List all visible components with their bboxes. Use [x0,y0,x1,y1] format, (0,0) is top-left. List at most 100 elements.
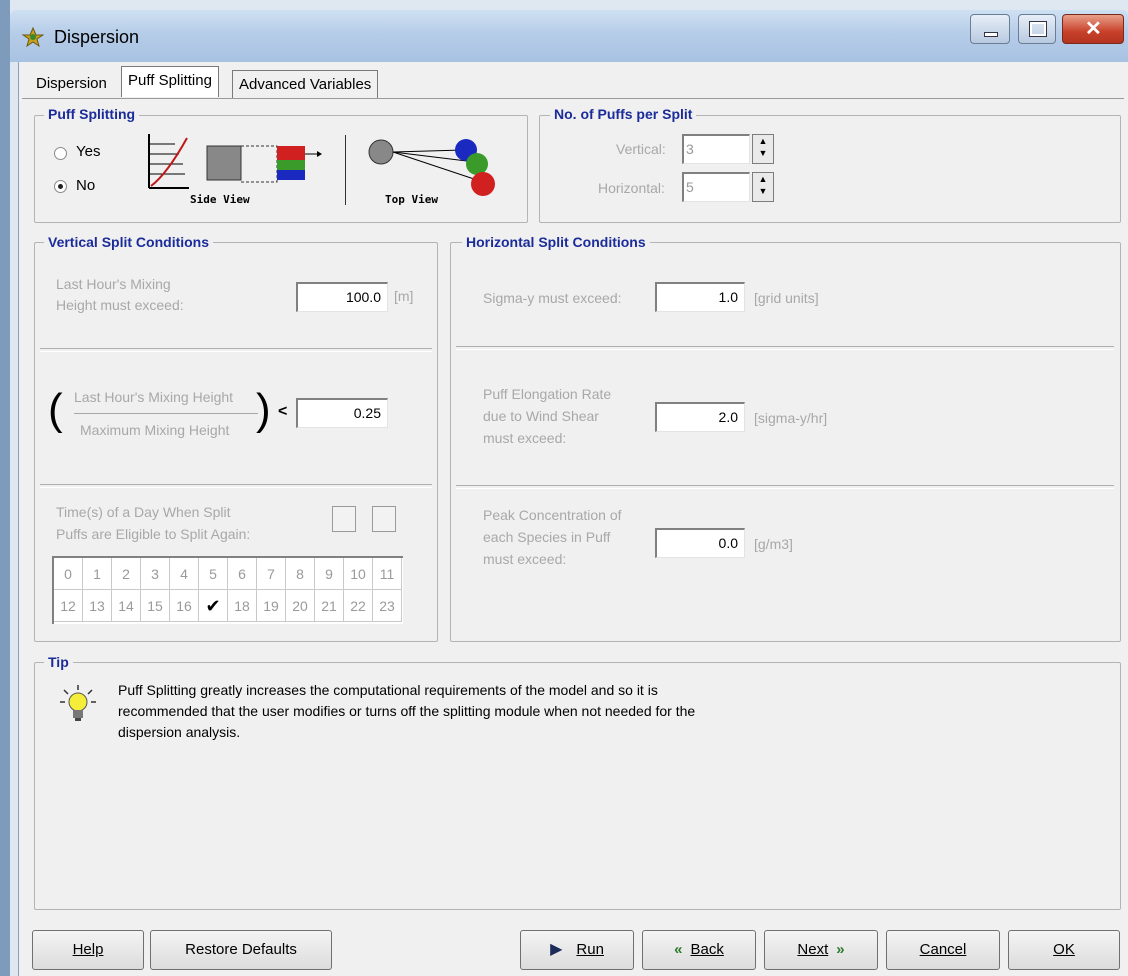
hour-cell[interactable]: 22 [344,590,373,622]
side-view-diagram [148,134,322,189]
hour-cell[interactable]: 9 [315,558,344,590]
hour-cell[interactable]: 1 [83,558,112,590]
horizontal-label: Horizontal: [598,180,665,196]
split-times-label-1: Time(s) of a Day When Split [56,504,231,520]
hour-cell[interactable]: 10 [344,558,373,590]
divider [40,348,432,352]
vertical-split-title: Vertical Split Conditions [44,234,214,250]
tip-line-3: dispersion analysis. [118,724,241,740]
left-paren: ( [48,385,63,434]
hour-cell[interactable]: 21 [315,590,344,622]
horizontal-puffs-spinner[interactable]: ▲ ▼ [752,172,774,202]
fraction-bar [74,413,258,414]
background-desktop-edge [0,0,10,976]
hours-row-2: 12 13 14 15 16 ✔ 18 19 20 21 22 23 [54,590,403,622]
mixing-height-input[interactable]: 100.0 [296,282,388,312]
restore-defaults-button[interactable]: Restore Defaults [150,930,332,970]
help-button-label: Help [72,941,104,958]
elongation-label-1: Puff Elongation Rate [483,386,612,402]
select-all-hours-checkbox[interactable] [332,506,356,532]
maximize-button[interactable] [1018,14,1056,44]
run-button[interactable]: ▶ Run [520,930,634,970]
hour-cell[interactable]: 5 [199,558,228,590]
view-divider [345,135,346,205]
horizontal-puffs-input[interactable]: 5 [682,172,750,202]
minimize-button[interactable] [970,14,1010,44]
puff-splitting-title: Puff Splitting [44,106,140,122]
sigma-y-label: Sigma-y must exceed: [483,290,622,306]
ratio-denominator: Maximum Mixing Height [80,422,230,438]
mixing-ratio-input[interactable]: 0.25 [296,398,388,428]
hour-cell[interactable]: 3 [141,558,170,590]
hour-cell[interactable]: 23 [373,590,402,622]
top-view-label: Top View [385,193,438,206]
elongation-input[interactable]: 2.0 [655,402,745,432]
right-paren: ) [256,385,271,434]
mixing-height-label-1: Last Hour's Mixing [56,276,171,292]
tip-line-1: Puff Splitting greatly increases the com… [118,682,658,698]
run-button-label: Run [576,941,604,958]
yes-radio[interactable] [54,147,67,160]
back-button[interactable]: « Back [642,930,756,970]
next-arrow-icon: » [836,941,845,958]
peak-concentration-input[interactable]: 0.0 [655,528,745,558]
no-radio[interactable] [54,180,67,193]
vertical-puffs-input[interactable]: 3 [682,134,750,164]
puffs-per-split-group [539,115,1121,223]
tab-dispersion[interactable]: Dispersion [30,70,113,98]
elongation-unit: [sigma-y/hr] [754,410,828,426]
window-title: Dispersion [54,27,140,47]
lightbulb-icon [60,685,96,721]
ok-button[interactable]: OK [1008,930,1120,970]
restore-defaults-label: Restore Defaults [185,941,297,958]
vertical-label: Vertical: [616,141,666,157]
hour-cell[interactable]: 19 [257,590,286,622]
divider [40,484,432,488]
hour-cell[interactable]: 11 [373,558,402,590]
hours-row-1: 0 1 2 3 4 5 6 7 8 9 10 11 [54,558,403,590]
clear-all-hours-checkbox[interactable] [372,506,396,532]
hour-cell[interactable]: 16 [170,590,199,622]
tab-advanced-variables[interactable]: Advanced Variables [232,70,379,99]
hour-cell[interactable]: 6 [228,558,257,590]
hour-cell[interactable]: 18 [228,590,257,622]
split-times-label-2: Puffs are Eligible to Split Again: [56,526,251,542]
divider [456,485,1114,489]
peak-concentration-unit: [g/m3] [754,536,793,552]
hour-cell[interactable]: 12 [54,590,83,622]
peak-concentration-label-3: must exceed: [483,551,567,567]
title-bar[interactable] [10,10,1128,62]
hour-cell[interactable]: 2 [112,558,141,590]
tip-text: Puff Splitting greatly increases the com… [118,680,858,743]
ok-button-label: OK [1053,941,1075,958]
hour-cell[interactable]: 13 [83,590,112,622]
divider [456,346,1114,350]
hour-cell[interactable]: 7 [257,558,286,590]
close-button[interactable]: ✕ [1062,14,1124,44]
hour-cell[interactable]: 20 [286,590,315,622]
peak-concentration-label-2: each Species in Puff [483,529,611,545]
horizontal-split-title: Horizontal Split Conditions [462,234,650,250]
peak-concentration-label-1: Peak Concentration of [483,507,622,523]
tip-title: Tip [44,654,73,670]
hour-cell[interactable]: 15 [141,590,170,622]
hour-cell[interactable]: 0 [54,558,83,590]
tab-divider [22,98,1124,99]
hour-checked-icon[interactable]: ✔ [199,590,228,622]
back-arrow-icon: « [674,941,683,958]
tab-puff-splitting[interactable]: Puff Splitting [121,66,219,97]
puffs-per-split-title: No. of Puffs per Split [550,106,697,122]
elongation-label-2: due to Wind Shear [483,408,599,424]
hour-cell[interactable]: 4 [170,558,199,590]
vertical-puffs-spinner[interactable]: ▲ ▼ [752,134,774,164]
next-button[interactable]: Next » [764,930,878,970]
yes-label: Yes [76,143,101,160]
maximize-icon [1029,21,1047,37]
help-button[interactable]: Help [32,930,144,970]
hour-cell[interactable]: 14 [112,590,141,622]
cancel-button-label: Cancel [919,941,967,958]
cancel-button[interactable]: Cancel [886,930,1000,970]
ratio-numerator: Last Hour's Mixing Height [74,389,234,405]
hour-cell[interactable]: 8 [286,558,315,590]
sigma-y-input[interactable]: 1.0 [655,282,745,312]
